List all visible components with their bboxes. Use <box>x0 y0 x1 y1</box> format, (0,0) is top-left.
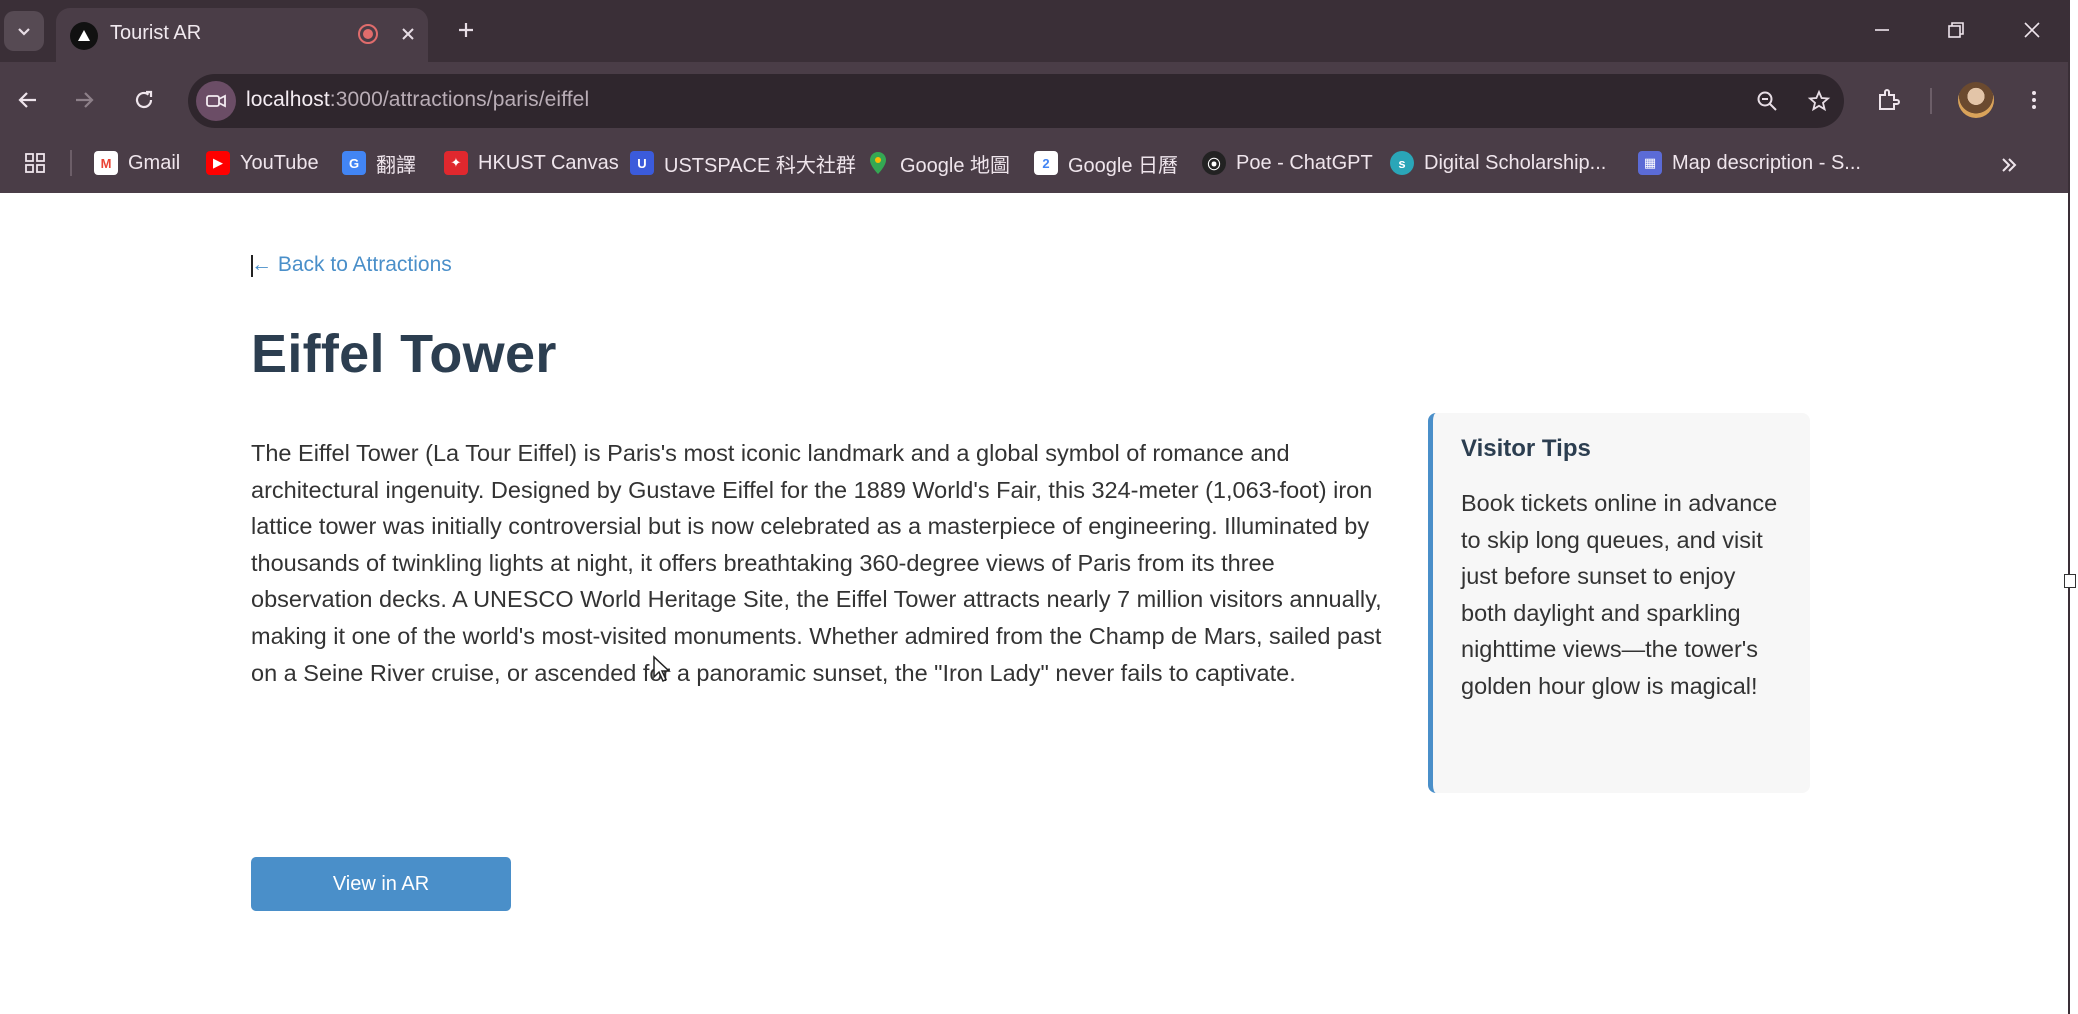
bookmark-translate[interactable]: G 翻譯 <box>342 146 416 180</box>
tab-tourist-ar[interactable]: Tourist AR <box>56 8 428 62</box>
url-text: localhost:3000/attractions/paris/eiffel <box>246 88 589 112</box>
bookmark-hkust-canvas[interactable]: ✦ HKUST Canvas <box>444 146 619 180</box>
star-icon[interactable] <box>1802 84 1836 118</box>
address-bar[interactable]: localhost:3000/attractions/paris/eiffel <box>188 74 1844 128</box>
browser-chrome: Tourist AR localhost:3000/attractions/pa… <box>0 0 2068 193</box>
arrow-right-icon <box>76 92 94 108</box>
bookmark-map-description[interactable]: ▦ Map description - S... <box>1638 146 1861 180</box>
bookmark-label: Map description - S... <box>1672 151 1861 174</box>
arrow-left-icon <box>18 92 36 108</box>
new-tab-button[interactable] <box>448 12 484 48</box>
url-path: :3000/attractions/paris/eiffel <box>329 88 590 111</box>
restore-icon <box>1948 22 1964 38</box>
attraction-page: ← Back to Attractions Eiffel Tower The E… <box>0 193 2068 1014</box>
close-icon <box>402 28 414 40</box>
bookmark-label: Google 地圖 <box>900 154 1011 177</box>
forward-button[interactable] <box>62 78 106 122</box>
triangle-logo-icon <box>70 22 98 50</box>
translate-icon: G <box>342 151 366 175</box>
bookmarks-bar: M Gmail ▶ YouTube G 翻譯 ✦ HKUST Canvas U … <box>0 138 2068 190</box>
view-in-ar-button[interactable]: View in AR <box>251 857 511 911</box>
youtube-icon: ▶ <box>206 151 230 175</box>
bookmark-label: Poe - ChatGPT <box>1236 151 1373 174</box>
tab-close-button[interactable] <box>392 18 424 50</box>
url-host: localhost <box>246 88 330 111</box>
page-title: Eiffel Tower <box>251 324 557 384</box>
window-edge <box>2068 0 2078 1014</box>
bookmark-gmail[interactable]: M Gmail <box>94 146 180 180</box>
avatar[interactable] <box>1958 82 1994 118</box>
tab-search-button[interactable] <box>4 11 44 51</box>
bookmark-poe[interactable]: ⦿ Poe - ChatGPT <box>1202 146 1373 180</box>
minimize-icon <box>1875 29 1889 31</box>
calendar-icon: 2 <box>1034 151 1058 175</box>
zoom-icon[interactable] <box>1750 84 1784 118</box>
minimize-button[interactable] <box>1854 8 1910 52</box>
back-to-attractions-link[interactable]: ← Back to Attractions <box>251 253 452 277</box>
attraction-description: The Eiffel Tower (La Tour Eiffel) is Par… <box>251 440 1382 686</box>
apps-grid-icon[interactable] <box>18 146 52 180</box>
bookmark-label: Gmail <box>128 151 181 174</box>
bookmark-label: Google 日曆 <box>1068 154 1179 177</box>
extensions-icon[interactable] <box>1866 78 1910 122</box>
bookmark-label: USTSPACE 科大社群 <box>664 154 856 177</box>
digital-scholarship-icon: s <box>1390 151 1414 175</box>
close-icon <box>2024 22 2040 38</box>
bookmarks-overflow-button[interactable] <box>1992 148 2026 182</box>
recording-icon <box>354 20 382 48</box>
plus-icon <box>459 23 473 37</box>
bookmark-label: Digital Scholarship... <box>1424 151 1607 174</box>
poe-icon: ⦿ <box>1202 151 1226 175</box>
maps-icon <box>866 151 890 175</box>
screen-share-icon[interactable] <box>196 81 236 121</box>
map-description-icon: ▦ <box>1638 151 1662 175</box>
bookmarks-divider <box>70 150 72 176</box>
close-window-button[interactable] <box>2004 8 2060 52</box>
back-button[interactable] <box>6 78 50 122</box>
bookmark-digital-scholarship[interactable]: s Digital Scholarship... <box>1390 146 1606 180</box>
chevron-down-icon <box>18 28 30 36</box>
bookmark-label: 翻譯 <box>376 154 416 177</box>
gmail-icon: M <box>94 151 118 175</box>
bookmark-ustspace[interactable]: U USTSPACE 科大社群 <box>630 146 856 180</box>
visitor-tips-panel: Visitor Tips Book tickets online in adva… <box>1428 413 1810 793</box>
reload-button[interactable] <box>122 78 166 122</box>
double-chevron-right-icon <box>2002 158 2017 172</box>
bookmark-label: YouTube <box>240 151 319 174</box>
visitor-tips-title: Visitor Tips <box>1461 435 1591 462</box>
more-menu-icon[interactable] <box>2012 78 2056 122</box>
tab-title: Tourist AR <box>110 22 202 44</box>
resize-handle[interactable] <box>2064 574 2076 588</box>
ustspace-icon: U <box>630 151 654 175</box>
tab-strip: Tourist AR <box>0 0 2068 62</box>
reload-icon <box>135 90 153 109</box>
canvas-icon: ✦ <box>444 151 468 175</box>
toolbar-divider <box>1930 88 1932 114</box>
bookmark-google-maps[interactable]: Google 地圖 <box>866 146 1010 180</box>
visitor-tips-text: Book tickets online in advance to skip l… <box>1461 490 1778 699</box>
mouse-cursor-icon <box>653 655 671 683</box>
bookmark-youtube[interactable]: ▶ YouTube <box>206 146 319 180</box>
browser-toolbar: localhost:3000/attractions/paris/eiffel <box>0 62 2068 138</box>
bookmark-label: HKUST Canvas <box>478 151 619 174</box>
bookmark-google-calendar[interactable]: 2 Google 日曆 <box>1034 146 1178 180</box>
restore-button[interactable] <box>1928 8 1984 52</box>
